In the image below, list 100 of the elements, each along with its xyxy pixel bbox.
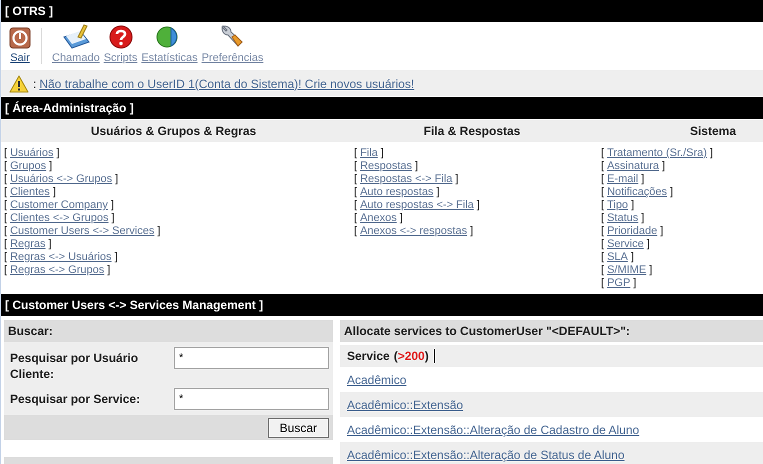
admin-link[interactable]: Clientes (10, 186, 50, 198)
bracket: [ (4, 225, 8, 237)
admin-link[interactable]: S/MIME (607, 264, 646, 276)
bracket: ] (662, 160, 666, 172)
bracket: ] (112, 212, 115, 224)
admin-link[interactable]: Auto respostas <-> Fila (360, 199, 474, 211)
admin-link[interactable]: Service (607, 238, 644, 250)
toolbar-link[interactable]: Scripts (104, 23, 138, 70)
admin-link[interactable]: Customer Company (10, 199, 108, 211)
bracket: [ (4, 173, 8, 185)
column-heading: Sistema (598, 120, 763, 142)
panel-title: Buscar: (4, 320, 333, 342)
bracket: [ (354, 160, 358, 172)
parenthesis: ( (394, 349, 398, 363)
bracket: ] (631, 199, 634, 211)
bracket: [ (601, 160, 604, 172)
bracket: ] (107, 264, 110, 276)
warning-icon (9, 74, 29, 92)
field-label: Pesquisar por Usuário Cliente: (10, 350, 140, 382)
admin-link[interactable]: Notificações (607, 186, 667, 198)
bracket: ] (641, 173, 644, 185)
admin-link[interactable]: Status (607, 212, 638, 224)
bracket: [ (354, 147, 358, 159)
bracket: [ (601, 251, 604, 263)
bracket: [ (4, 251, 8, 263)
notice-link[interactable]: Não trabalhe com o UserID 1(Conta do Sistema)! Crie novos usuários! (39, 76, 414, 90)
column-heading: Usuários & Grupos & Regras (1, 120, 346, 142)
section-title: [ Área-Administração ] (1, 97, 763, 119)
input-field[interactable]: * (174, 388, 329, 410)
bracket: ] (649, 264, 652, 276)
admin-link[interactable]: Customer Users <-> Services (10, 225, 154, 237)
field-label: Pesquisar por Service: (10, 391, 142, 407)
admin-link[interactable]: Anexos (360, 212, 397, 224)
admin-link[interactable]: Assinatura (607, 160, 660, 172)
admin-link[interactable]: Anexos <-> respostas (360, 225, 468, 237)
bracket: ] (52, 186, 56, 198)
toolbar-link[interactable]: Preferências (202, 23, 264, 70)
admin-link[interactable]: Prioridade (607, 225, 658, 237)
bracket: ] (56, 147, 60, 159)
bracket: ] (646, 238, 650, 250)
bracket: [ (4, 199, 8, 211)
bracket: ] (436, 186, 440, 198)
input-field[interactable]: * (174, 347, 329, 369)
parenthesis: ) (424, 349, 429, 363)
column-heading: Fila & Respostas (346, 120, 598, 142)
bracket: ] (400, 212, 403, 224)
admin-link[interactable]: Fila (360, 147, 378, 159)
bracket: [ (601, 186, 604, 198)
admin-link[interactable]: PGP (607, 277, 630, 289)
row-link[interactable]: Acadêmico::Extensão::Alteração de Status de Aluno (347, 448, 625, 462)
bracket: ] (157, 225, 160, 237)
bracket: ] (455, 173, 458, 185)
row-link[interactable]: Acadêmico (347, 372, 406, 386)
bracket: [ (4, 186, 8, 198)
admin-link[interactable]: SLA (607, 251, 628, 263)
admin-link[interactable]: Grupos (10, 160, 46, 172)
bracket: ] (633, 277, 636, 289)
bracket: [ (601, 225, 604, 237)
section-title: [ Customer Users <-> Services Management ] (1, 294, 763, 316)
bracket: ] (415, 160, 418, 172)
admin-link[interactable]: Auto respostas (360, 186, 434, 198)
toolbar-link[interactable]: Sair (9, 23, 31, 70)
question-icon (108, 23, 133, 49)
panel-title: Allocate services to CustomerUser "<DEFAULT>": (340, 320, 763, 342)
admin-link[interactable]: Clientes <-> Grupos (10, 212, 108, 224)
row-link[interactable]: Acadêmico::Extensão (347, 398, 464, 412)
bracket: ] (641, 212, 644, 224)
bracket: ] (48, 238, 52, 250)
bracket: ] (630, 251, 634, 263)
admin-link[interactable]: Usuários (10, 147, 54, 159)
bracket: [ (354, 199, 358, 211)
bracket: ] (380, 147, 384, 159)
admin-link[interactable]: Tratamento (Sr./Sra) (607, 147, 707, 159)
admin-link[interactable]: Regras (10, 238, 46, 250)
search-button[interactable]: Buscar (268, 418, 329, 438)
admin-link[interactable]: Tipo (607, 199, 628, 211)
bracket: [ (354, 212, 358, 224)
bracket: [ (601, 199, 604, 211)
service-count: >200 (398, 349, 425, 363)
bracket: ] (470, 225, 474, 237)
toolbar-link[interactable]: Chamado (52, 23, 100, 70)
bracket: [ (601, 212, 604, 224)
bracket: ] (49, 160, 52, 172)
bracket: [ (601, 173, 604, 185)
bracket: [ (601, 238, 604, 250)
bracket: [ (601, 277, 604, 289)
bracket: [ (4, 264, 8, 276)
admin-link[interactable]: Respostas (360, 160, 412, 172)
admin-link[interactable]: Respostas <-> Fila (360, 173, 452, 185)
row-link[interactable]: Acadêmico::Extensão::Alteração de Cadastro de Aluno (347, 422, 640, 436)
bracket: [ (4, 160, 8, 172)
bracket: [ (4, 147, 8, 159)
bracket: [ (4, 238, 8, 250)
admin-link[interactable]: Regras <-> Usuários (10, 251, 112, 263)
admin-link[interactable]: Regras <-> Grupos (10, 264, 104, 276)
admin-link[interactable]: Usuários <-> Grupos (10, 173, 112, 185)
toolbar-link[interactable]: Estatísticas (141, 23, 198, 70)
bracket: ] (110, 199, 114, 211)
notice-separator: : (33, 76, 36, 90)
admin-link[interactable]: E-mail (607, 173, 638, 185)
